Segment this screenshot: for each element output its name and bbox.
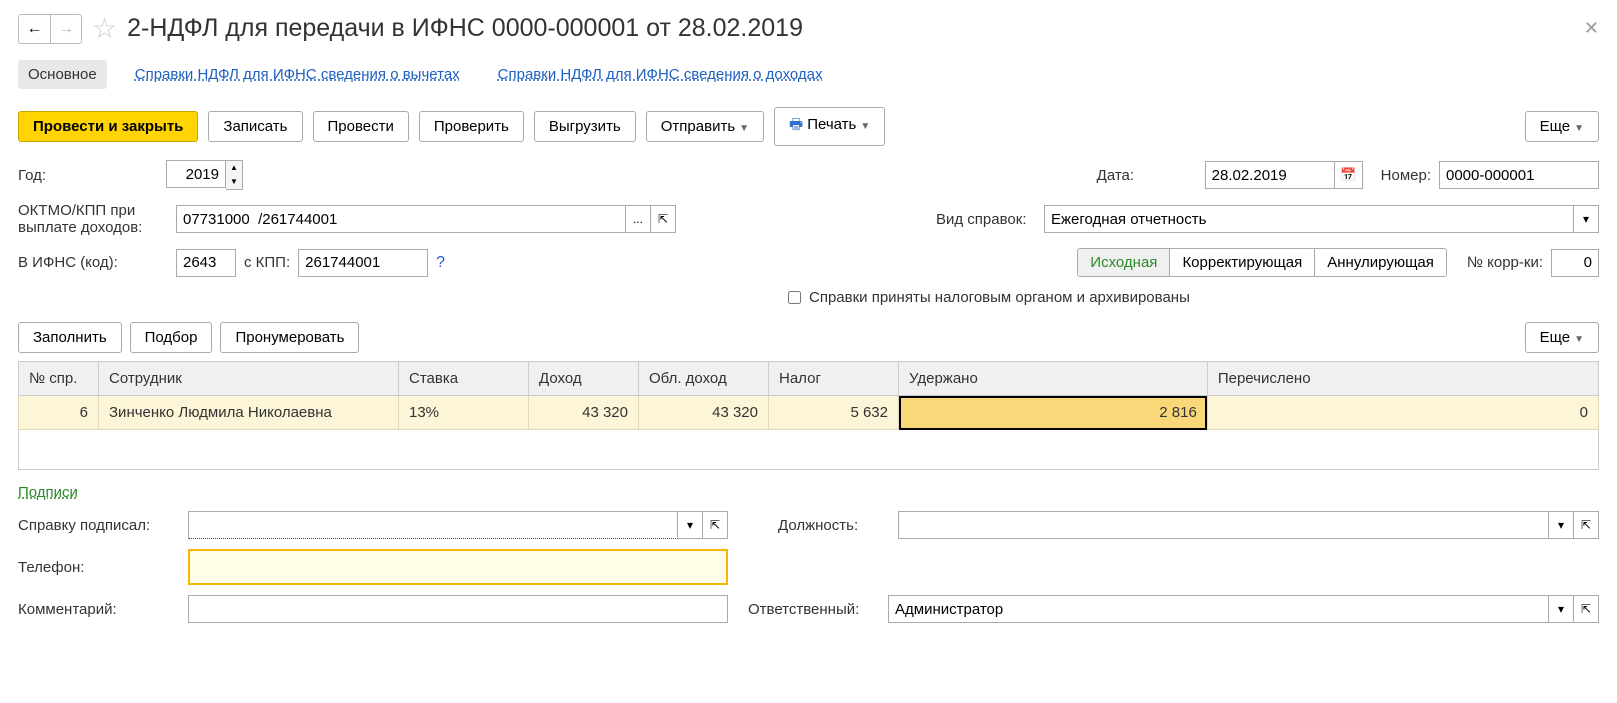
corr-no-label: № корр-ки:: [1467, 254, 1543, 271]
col-income[interactable]: Доход: [529, 362, 639, 396]
cell-employee[interactable]: Зинченко Людмила Николаевна: [99, 396, 399, 430]
col-transferred[interactable]: Перечислено: [1207, 362, 1598, 396]
ref-type-input[interactable]: [1044, 205, 1574, 233]
nav-back-button[interactable]: ←: [18, 14, 50, 44]
nav-forward-button[interactable]: →: [50, 14, 82, 44]
save-button[interactable]: Записать: [208, 111, 302, 142]
year-label: Год:: [18, 167, 158, 184]
cell-withheld[interactable]: 2 816: [899, 396, 1208, 430]
cell-transferred[interactable]: 0: [1207, 396, 1598, 430]
tab-deductions[interactable]: Справки НДФЛ для ИФНС сведения о вычетах: [125, 60, 470, 89]
signed-by-input[interactable]: [188, 511, 678, 539]
tab-main[interactable]: Основное: [18, 60, 107, 89]
caret-down-icon: ▼: [1574, 123, 1584, 134]
cell-taxable[interactable]: 43 320: [639, 396, 769, 430]
number-label: Номер:: [1381, 167, 1431, 184]
signed-by-dropdown-button[interactable]: ▾: [677, 511, 703, 539]
export-button[interactable]: Выгрузить: [534, 111, 636, 142]
oktmo-label: ОКТМО/КПП при выплате доходов:: [18, 202, 168, 236]
printer-icon: 🖶: [789, 116, 803, 133]
year-up-button[interactable]: ▲: [226, 161, 242, 175]
responsible-open-button[interactable]: ⇱: [1573, 595, 1599, 623]
ifns-input[interactable]: [176, 249, 236, 277]
col-withheld[interactable]: Удержано: [899, 362, 1208, 396]
ifns-label: В ИФНС (код):: [18, 254, 168, 271]
col-no[interactable]: № спр.: [19, 362, 99, 396]
help-icon[interactable]: ?: [436, 254, 445, 272]
employees-table: № спр. Сотрудник Ставка Доход Обл. доход…: [18, 361, 1599, 430]
caret-down-icon: ▼: [860, 121, 870, 132]
favorite-star-icon[interactable]: ☆: [92, 12, 117, 45]
renumber-button[interactable]: Пронумеровать: [220, 322, 359, 353]
cell-income[interactable]: 43 320: [529, 396, 639, 430]
calendar-icon[interactable]: 📅: [1335, 161, 1363, 189]
year-down-button[interactable]: ▼: [226, 175, 242, 189]
signed-by-label: Справку подписал:: [18, 517, 178, 534]
table-row[interactable]: 6 Зинченко Людмила Николаевна 13% 43 320…: [19, 396, 1599, 430]
position-input[interactable]: [898, 511, 1549, 539]
corr-no-input[interactable]: [1551, 249, 1599, 277]
toggle-annulling[interactable]: Аннулирующая: [1315, 249, 1446, 276]
pick-button[interactable]: Подбор: [130, 322, 213, 353]
cell-rate[interactable]: 13%: [399, 396, 529, 430]
oktmo-open-button[interactable]: ⇱: [650, 205, 676, 233]
number-input[interactable]: [1439, 161, 1599, 189]
date-input[interactable]: [1205, 161, 1335, 189]
position-open-button[interactable]: ⇱: [1573, 511, 1599, 539]
toggle-initial[interactable]: Исходная: [1078, 249, 1170, 276]
signatures-section-link[interactable]: Подписи: [18, 484, 78, 501]
comment-label: Комментарий:: [18, 601, 178, 618]
col-employee[interactable]: Сотрудник: [99, 362, 399, 396]
responsible-input[interactable]: [888, 595, 1549, 623]
caret-down-icon: ▼: [739, 123, 749, 134]
caret-down-icon: ▼: [1574, 334, 1584, 345]
responsible-dropdown-button[interactable]: ▾: [1548, 595, 1574, 623]
col-tax[interactable]: Налог: [769, 362, 899, 396]
phone-input[interactable]: [188, 549, 728, 585]
cell-tax[interactable]: 5 632: [769, 396, 899, 430]
ref-type-label: Вид справок:: [936, 211, 1036, 228]
comment-input[interactable]: [188, 595, 728, 623]
send-button[interactable]: Отправить▼: [646, 111, 764, 142]
archived-label: Справки приняты налоговым органом и архи…: [809, 289, 1190, 306]
kpp-label: с КПП:: [244, 254, 290, 271]
page-title: 2-НДФЛ для передачи в ИФНС 0000-000001 о…: [127, 14, 1574, 43]
table-footer: [18, 430, 1599, 470]
check-button[interactable]: Проверить: [419, 111, 524, 142]
phone-label: Телефон:: [18, 559, 178, 576]
col-taxable[interactable]: Обл. доход: [639, 362, 769, 396]
responsible-label: Ответственный:: [748, 601, 878, 618]
year-input[interactable]: [166, 160, 226, 188]
archived-checkbox[interactable]: [788, 291, 801, 304]
post-button[interactable]: Провести: [313, 111, 409, 142]
cell-no[interactable]: 6: [19, 396, 99, 430]
print-button[interactable]: 🖶Печать▼: [774, 107, 885, 146]
col-rate[interactable]: Ставка: [399, 362, 529, 396]
position-dropdown-button[interactable]: ▾: [1548, 511, 1574, 539]
signed-by-open-button[interactable]: ⇱: [702, 511, 728, 539]
ref-type-dropdown-button[interactable]: ▾: [1573, 205, 1599, 233]
table-more-button[interactable]: Еще▼: [1525, 322, 1599, 353]
close-button[interactable]: ✕: [1584, 18, 1599, 39]
more-button[interactable]: Еще▼: [1525, 111, 1599, 142]
kpp-input[interactable]: [298, 249, 428, 277]
oktmo-input[interactable]: [176, 205, 626, 233]
post-and-close-button[interactable]: Провести и закрыть: [18, 111, 198, 142]
oktmo-select-button[interactable]: ...: [625, 205, 651, 233]
tab-incomes[interactable]: Справки НДФЛ для ИФНС сведения о доходах: [488, 60, 833, 89]
fill-button[interactable]: Заполнить: [18, 322, 122, 353]
toggle-correcting[interactable]: Корректирующая: [1170, 249, 1315, 276]
position-label: Должность:: [778, 517, 888, 534]
date-label: Дата:: [1097, 167, 1197, 184]
